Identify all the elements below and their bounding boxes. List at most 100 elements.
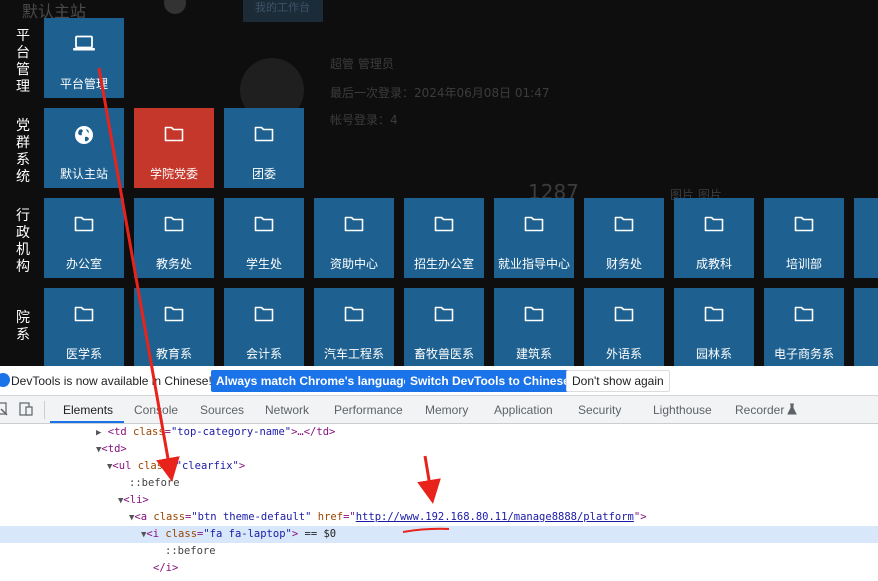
devtools-tabbar: Elements Console Sources Network Perform… — [0, 396, 878, 424]
tile-label: 建筑系 — [515, 347, 552, 361]
category-label: 院系 — [16, 310, 30, 343]
tab-elements[interactable]: Elements — [63, 403, 113, 417]
dom-pseudo-before[interactable]: ::before — [0, 543, 878, 560]
tile-label: 成教科 — [695, 257, 732, 271]
laptop-icon — [44, 35, 124, 52]
dom-pseudo-before[interactable]: ::before — [0, 475, 878, 492]
banner-message: DevTools is now available in Chinese! — [11, 374, 212, 388]
tile-label: 发展 — [854, 255, 878, 272]
flask-icon — [787, 403, 797, 415]
tab-performance[interactable]: Performance — [334, 403, 403, 417]
tab-memory[interactable]: Memory — [425, 403, 468, 417]
module-tile[interactable]: 教育系 — [134, 288, 214, 366]
folder-icon — [44, 215, 124, 232]
login-count: 帐号登录：4 — [330, 113, 398, 127]
module-tile[interactable]: 平台管理 — [44, 18, 124, 98]
module-tile[interactable]: 学生处 — [224, 198, 304, 278]
dont-show-again-button[interactable]: Don't show again — [566, 370, 670, 392]
folder-icon — [224, 215, 304, 232]
dom-node-td-category[interactable]: ▶ <td class="top-category-name">…</td> — [0, 424, 878, 441]
tile-label: 电子商务系 — [773, 347, 834, 361]
divider — [44, 401, 45, 419]
tile-label: 学院党委 — [149, 167, 198, 181]
module-tile[interactable]: 汽车工程系 — [314, 288, 394, 366]
dom-node-ul[interactable]: ▼<ul class="clearfix"> — [0, 458, 878, 475]
folder-icon — [224, 305, 304, 322]
tile-label: 团委 — [251, 167, 276, 181]
module-tile[interactable]: 培训部 — [764, 198, 844, 278]
folder-icon — [854, 305, 878, 322]
tab-sources[interactable]: Sources — [200, 403, 244, 417]
module-tile[interactable]: 财务处 — [584, 198, 664, 278]
module-tile[interactable]: 计 — [854, 288, 878, 366]
tab-application[interactable]: Application — [494, 403, 553, 417]
tile-label: 办公室 — [65, 257, 102, 271]
folder-icon — [674, 305, 754, 322]
tile-label: 园林系 — [695, 347, 732, 361]
last-login: 最后一次登录：2024年06月08日 01:47 — [330, 86, 550, 100]
folder-icon — [314, 305, 394, 322]
module-tile[interactable]: 畜牧兽医系 — [404, 288, 484, 366]
folder-icon — [494, 305, 574, 322]
module-tile[interactable]: 办公室 — [44, 198, 124, 278]
folder-icon — [224, 125, 304, 142]
folder-icon — [134, 215, 214, 232]
tile-label: 医学系 — [65, 347, 102, 361]
tab-console[interactable]: Console — [134, 403, 178, 417]
module-tile[interactable]: 成教科 — [674, 198, 754, 278]
module-tile[interactable]: 发展 — [854, 198, 878, 278]
close-icon[interactable] — [164, 0, 186, 14]
module-tile[interactable]: 就业指导中心 — [494, 198, 574, 278]
module-tile[interactable]: 学院党委 — [134, 108, 214, 188]
inspect-icon[interactable] — [0, 402, 8, 416]
tab-network[interactable]: Network — [265, 403, 309, 417]
tile-label: 招生办公室 — [413, 257, 474, 271]
device-toggle-icon[interactable] — [18, 401, 34, 417]
tile-label: 会计系 — [245, 347, 282, 361]
info-icon — [0, 373, 10, 387]
category-label: 党群系统 — [16, 118, 30, 185]
module-tile[interactable]: 默认主站 — [44, 108, 124, 188]
tile-label: 教育系 — [155, 347, 192, 361]
dom-node-li[interactable]: ▼<li> — [0, 492, 878, 509]
module-tile[interactable]: 教务处 — [134, 198, 214, 278]
module-tile[interactable]: 招生办公室 — [404, 198, 484, 278]
tile-label: 教务处 — [155, 257, 192, 271]
tab-lighthouse[interactable]: Lighthouse — [653, 403, 712, 417]
tile-label: 财务处 — [605, 257, 642, 271]
switch-to-chinese-button[interactable]: Switch DevTools to Chinese — [405, 370, 575, 392]
module-tile[interactable]: 医学系 — [44, 288, 124, 366]
always-match-language-button[interactable]: Always match Chrome's language — [211, 370, 416, 392]
module-tile[interactable]: 建筑系 — [494, 288, 574, 366]
tile-label: 培训部 — [785, 257, 822, 271]
folder-icon — [314, 215, 394, 232]
tab-recorder[interactable]: Recorder — [735, 403, 784, 417]
dom-node-a[interactable]: ▼<a class="btn theme-default" href="http… — [0, 509, 878, 526]
module-tile[interactable]: 外语系 — [584, 288, 664, 366]
user-name: 超管 管理员 — [330, 57, 394, 71]
folder-icon — [764, 215, 844, 232]
dom-node-i-close[interactable]: </i> — [0, 560, 878, 577]
dom-node-i-selected[interactable]: ▼<i class="fa fa-laptop"> == $0 — [0, 526, 878, 543]
expand-triangle-icon[interactable]: ▶ — [96, 428, 101, 438]
module-tile[interactable]: 电子商务系 — [764, 288, 844, 366]
devtools-language-banner: DevTools is now available in Chinese! Al… — [0, 366, 878, 396]
folder-icon — [44, 305, 124, 322]
module-tile[interactable]: 资助中心 — [314, 198, 394, 278]
module-tile[interactable]: 园林系 — [674, 288, 754, 366]
dom-node-td[interactable]: ▼<td> — [0, 441, 878, 458]
tab-security[interactable]: Security — [578, 403, 621, 417]
module-tile[interactable]: 团委 — [224, 108, 304, 188]
href-link[interactable]: http://www.192.168.80.11/manage8888/plat… — [356, 511, 634, 523]
folder-icon — [494, 215, 574, 232]
module-tile[interactable]: 会计系 — [224, 288, 304, 366]
tile-label: 资助中心 — [329, 257, 378, 271]
folder-icon — [134, 125, 214, 142]
folder-icon — [584, 215, 664, 232]
folder-icon — [674, 215, 754, 232]
tile-label: 计 — [854, 345, 878, 362]
tile-label: 畜牧兽医系 — [413, 347, 474, 361]
active-tab-indicator — [50, 421, 124, 423]
workbench-tab[interactable]: 我的工作台 — [243, 0, 323, 22]
tile-label: 学生处 — [245, 257, 282, 271]
